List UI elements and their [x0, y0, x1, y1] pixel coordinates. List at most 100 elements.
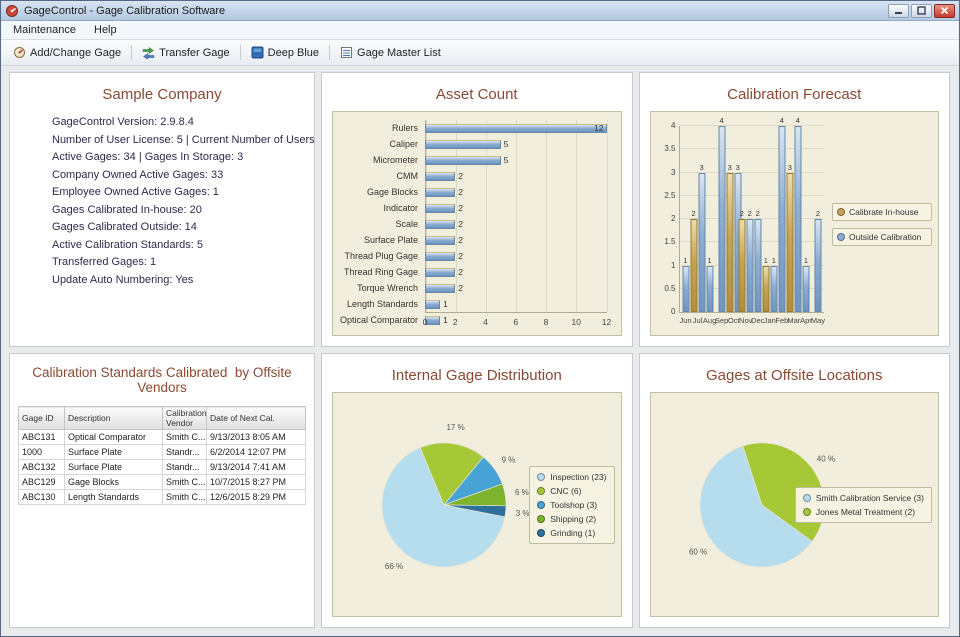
x-axis-tick-label: 10 — [572, 317, 581, 327]
forecast-bar-value: 2 — [740, 209, 744, 218]
table-row[interactable]: ABC129Gage BlocksSmith C...10/7/2015 8:2… — [19, 475, 306, 490]
table-column-header[interactable]: Gage ID — [19, 407, 65, 430]
forecast-bar-value: 2 — [748, 209, 752, 218]
asset-category-label: Gage Blocks — [333, 187, 425, 197]
asset-bar-value: 1 — [443, 299, 448, 310]
asset-bar-track: 5 — [425, 140, 607, 149]
asset-bar — [425, 156, 501, 165]
menu-help[interactable]: Help — [85, 22, 126, 38]
pie-percent-label: 40 % — [816, 454, 834, 463]
legend-color-dot — [837, 233, 845, 241]
legend-item: Shipping (2) — [537, 514, 606, 524]
forecast-plot-area: 00.511.522.533.54Jun1Jul23Aug1Sep4Oct33N… — [679, 126, 825, 313]
gage-master-list-button[interactable]: Gage Master List — [333, 42, 448, 63]
maximize-button[interactable] — [911, 4, 932, 18]
menu-maintenance[interactable]: Maintenance — [4, 22, 85, 38]
asset-bar-row: Surface Plate2 — [333, 232, 607, 248]
legend-color-dot — [537, 473, 545, 481]
company-info-line: Update Auto Numbering: Yes — [52, 274, 306, 286]
legend-label: Grinding (1) — [550, 528, 595, 538]
asset-bar-value: 2 — [458, 235, 463, 246]
company-info-line: Active Calibration Standards: 5 — [52, 239, 306, 251]
asset-bar-row: Thread Ring Gage2 — [333, 264, 607, 280]
company-title: Sample Company — [16, 86, 308, 103]
add-change-gage-button[interactable]: Add/Change Gage — [6, 42, 128, 63]
asset-bar — [425, 172, 455, 181]
asset-bars: Rulers12Caliper5Micrometer5CMM2Gage Bloc… — [333, 120, 607, 328]
y-axis-tick-label: 1 — [671, 262, 675, 270]
forecast-bar-value: 1 — [683, 256, 687, 265]
table-column-header[interactable]: Date of Next Cal. — [207, 407, 306, 430]
asset-bar-value: 2 — [458, 203, 463, 214]
minimize-button[interactable] — [888, 4, 909, 18]
asset-bar-track: 2 — [425, 284, 607, 293]
asset-bar-value: 12 — [594, 123, 603, 134]
vendors-table: Gage IDDescriptionCalibration VendorDate… — [18, 406, 306, 505]
forecast-bar — [706, 266, 713, 313]
gridline — [680, 125, 825, 126]
asset-bar-value: 2 — [458, 283, 463, 294]
forecast-bar — [682, 266, 689, 313]
asset-bar-row: Rulers12 — [333, 120, 607, 136]
asset-bar-value: 5 — [504, 139, 509, 150]
table-column-header[interactable]: Description — [65, 407, 163, 430]
x-axis-month-label: Feb — [775, 316, 788, 325]
offsite-vendors-panel: Calibration Standards Calibrated by Offs… — [9, 353, 315, 628]
asset-count-panel: Asset Count Rulers12Caliper5Micrometer5C… — [321, 72, 633, 347]
x-axis-tick-label: 6 — [513, 317, 518, 327]
forecast-bar — [814, 219, 821, 312]
asset-category-label: Micrometer — [333, 155, 425, 165]
company-info-line: Employee Owned Active Gages: 1 — [52, 186, 306, 198]
legend-item: Grinding (1) — [537, 528, 606, 538]
deep-blue-theme-button[interactable]: Deep Blue — [244, 42, 326, 63]
table-cell: Smith C... — [163, 475, 207, 490]
transfer-gage-icon — [142, 46, 155, 59]
table-row[interactable]: 1000Surface PlateStandr...6/2/2014 12:07… — [19, 445, 306, 460]
forecast-bar-value: 3 — [699, 163, 703, 172]
forecast-bar — [738, 219, 745, 312]
x-axis-tick-label: 8 — [544, 317, 549, 327]
x-axis-tick-label: 4 — [483, 317, 488, 327]
internal-distribution-legend: Inspection (23)CNC (6)Toolshop (3)Shippi… — [529, 466, 614, 544]
legend-item: Toolshop (3) — [537, 500, 606, 510]
pie-percent-label: 9 % — [502, 455, 516, 464]
asset-bar-track: 2 — [425, 252, 607, 261]
forecast-bar — [754, 219, 761, 312]
close-button[interactable] — [934, 4, 955, 18]
table-cell: 10/7/2015 8:27 PM — [207, 475, 306, 490]
asset-bar-track: 2 — [425, 204, 607, 213]
table-row[interactable]: ABC131Optical ComparatorSmith C...9/13/2… — [19, 430, 306, 445]
x-axis-tick-label: 12 — [602, 317, 611, 327]
table-row[interactable]: ABC132Surface PlateStandr...9/13/2014 7:… — [19, 460, 306, 475]
table-cell: 1000 — [19, 445, 65, 460]
forecast-legend: Calibrate In-houseOutside Calibration — [828, 118, 934, 331]
company-info-line: Number of User License: 5 | Current Numb… — [52, 134, 306, 146]
table-cell: ABC130 — [19, 490, 65, 505]
asset-category-label: Thread Ring Gage — [333, 267, 425, 277]
table-cell: Optical Comparator — [65, 430, 163, 445]
transfer-gage-button[interactable]: Transfer Gage — [135, 42, 237, 63]
x-axis-month-label: Sep — [715, 316, 728, 325]
x-axis-month-label: Dec — [751, 316, 764, 325]
asset-bar-value: 5 — [504, 155, 509, 166]
x-axis-month-label: Jul — [693, 316, 703, 325]
forecast-bar — [794, 126, 801, 312]
table-row[interactable]: ABC130Length StandardsSmith C...12/6/201… — [19, 490, 306, 505]
y-axis-tick-label: 1.5 — [664, 238, 675, 246]
table-cell: Smith C... — [163, 430, 207, 445]
forecast-bar — [726, 173, 733, 313]
asset-bar-row: Length Standards1 — [333, 296, 607, 312]
titlebar[interactable]: GageControl - Gage Calibration Software — [1, 1, 959, 21]
pie-percent-label: 6 % — [515, 487, 529, 496]
forecast-bar-value: 4 — [780, 116, 784, 125]
legend-label: Shipping (2) — [550, 514, 596, 524]
table-column-header[interactable]: Calibration Vendor — [163, 407, 207, 430]
asset-count-chart: Rulers12Caliper5Micrometer5CMM2Gage Bloc… — [332, 111, 622, 336]
app-window: GageControl - Gage Calibration Software … — [0, 0, 960, 637]
asset-bar — [425, 124, 607, 133]
asset-bar-track: 1 — [425, 300, 607, 309]
asset-bar-track: 12 — [425, 124, 607, 133]
company-info-line: Gages Calibrated In-house: 20 — [52, 204, 306, 216]
gridline — [680, 148, 825, 149]
x-axis-month-label: May — [811, 316, 825, 325]
